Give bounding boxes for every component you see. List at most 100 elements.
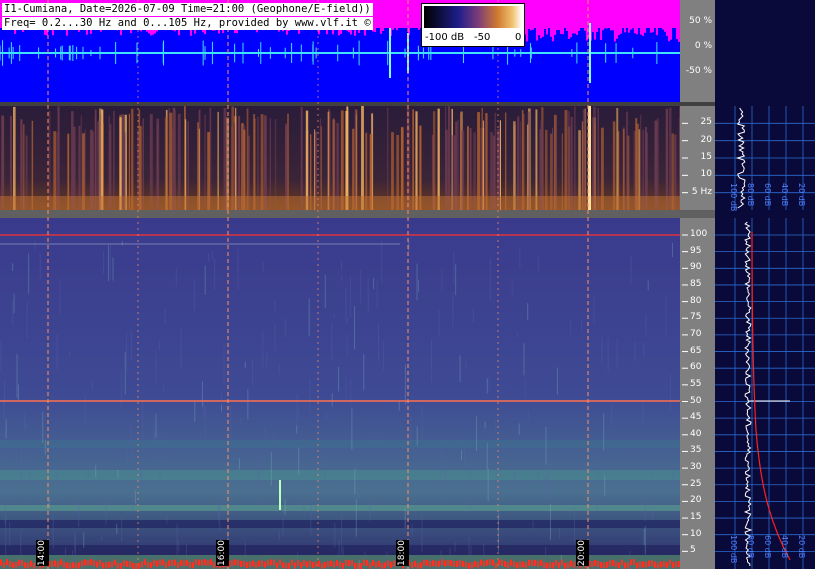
spectral-noise	[430, 339, 432, 382]
spectral-noise	[274, 300, 276, 311]
envelope-bar	[566, 0, 568, 32]
low-freq-streak	[668, 107, 672, 210]
spectral-noise	[545, 427, 547, 465]
spectral-noise	[616, 338, 618, 369]
spectral-noise	[532, 521, 534, 529]
envelope-bar	[598, 0, 600, 26]
full-freq-tick-label: 60	[690, 362, 702, 373]
bottom-noise-bar	[24, 562, 26, 569]
bottom-noise-bar	[639, 561, 641, 568]
bottom-noise-bar	[477, 561, 479, 568]
spectral-noise	[601, 336, 603, 364]
spectral-noise	[345, 375, 347, 400]
low-freq-streak	[477, 112, 481, 210]
bottom-noise-bar	[390, 562, 392, 569]
spectral-noise	[603, 413, 605, 451]
spectral-noise	[574, 507, 576, 541]
spectral-noise	[341, 515, 343, 555]
spectral-noise	[153, 419, 155, 460]
spectral-noise	[214, 258, 216, 291]
low-freq-streak	[305, 110, 309, 210]
bottom-noise-bar	[180, 559, 182, 566]
bottom-noise-bar	[84, 559, 86, 566]
bottom-noise-bar	[51, 560, 53, 567]
spectral-noise	[672, 466, 674, 498]
low-freq-tick-label: 15	[700, 152, 712, 162]
side-db-label: 20 dB	[797, 535, 806, 559]
spectral-noise	[547, 467, 549, 498]
bottom-noise-bar	[561, 559, 563, 566]
low-freq-streak	[523, 114, 525, 210]
low-freq-streak	[177, 113, 181, 210]
spectral-noise	[298, 410, 300, 422]
spectral-noise	[459, 355, 461, 382]
bottom-noise-bar	[90, 559, 92, 566]
envelope-bar	[606, 0, 608, 29]
spectral-noise	[124, 352, 126, 395]
envelope-bar	[668, 0, 670, 42]
spectral-noise	[421, 406, 423, 442]
bottom-noise-bar	[300, 562, 302, 569]
low-freq-tick-label: 20	[700, 134, 712, 145]
spectral-noise	[95, 464, 97, 477]
spectral-noise	[642, 402, 644, 424]
spectral-noise	[333, 313, 335, 319]
bottom-noise-bar	[141, 561, 143, 568]
spectral-noise	[349, 377, 351, 408]
full-freq-tick-label: 70	[690, 328, 702, 339]
bottom-noise-bar	[567, 562, 569, 569]
envelope-bar	[532, 0, 534, 30]
envelope-bar	[610, 0, 612, 31]
envelope-bar	[550, 0, 552, 37]
low-freq-tick-label: 25	[700, 117, 712, 128]
envelope-bar	[628, 0, 630, 33]
spectral-noise	[159, 434, 161, 479]
spectral-noise	[5, 515, 7, 558]
envelope-bar	[658, 0, 660, 26]
bottom-noise-bar	[63, 561, 65, 568]
bottom-noise-bar	[636, 562, 638, 569]
low-freq-streak	[169, 112, 173, 210]
envelope-bar	[564, 0, 566, 27]
bottom-noise-bar	[483, 560, 485, 567]
bottom-noise-bar	[612, 559, 614, 566]
spectral-noise	[527, 303, 529, 321]
spectral-noise	[212, 250, 214, 261]
envelope-bar	[538, 0, 540, 36]
spectral-noise	[645, 313, 647, 335]
bottom-noise-bar	[669, 559, 671, 566]
bottom-noise-bar	[393, 560, 395, 567]
spectral-noise	[331, 393, 333, 407]
bottom-noise-bar	[30, 560, 32, 567]
spectral-noise	[665, 296, 667, 335]
envelope-bar	[640, 0, 642, 35]
bottom-noise-bar	[33, 562, 35, 569]
bottom-noise-bar	[156, 560, 158, 567]
spectral-noise	[274, 323, 276, 353]
spectral-noise	[155, 414, 157, 439]
bottom-noise-bar	[381, 562, 383, 569]
envelope-bar	[670, 0, 672, 40]
bottom-noise-bar	[510, 559, 512, 566]
bottom-noise-bar	[453, 561, 455, 568]
bottom-noise-bar	[384, 562, 386, 569]
low-freq-streak	[12, 106, 16, 210]
bottom-noise-bar	[657, 562, 659, 569]
spectral-noise	[514, 471, 516, 492]
bottom-noise-bar	[87, 559, 89, 566]
spectral-noise	[166, 515, 168, 524]
low-freq-streak	[555, 115, 557, 210]
low-freq-streak	[564, 110, 568, 210]
spectral-noise	[383, 341, 385, 372]
low-freq-streak	[246, 108, 249, 210]
envelope-bar	[646, 0, 648, 26]
bottom-noise-bar	[303, 560, 305, 567]
bottom-noise-bar	[189, 561, 191, 568]
envelope-bar	[652, 0, 654, 33]
spectral-noise	[339, 442, 341, 449]
spectral-noise	[132, 490, 134, 515]
spectral-noise	[517, 332, 519, 338]
envelope-bar	[414, 0, 416, 26]
spectral-noise	[472, 308, 474, 323]
side-db-label: 60 dB	[763, 183, 772, 207]
